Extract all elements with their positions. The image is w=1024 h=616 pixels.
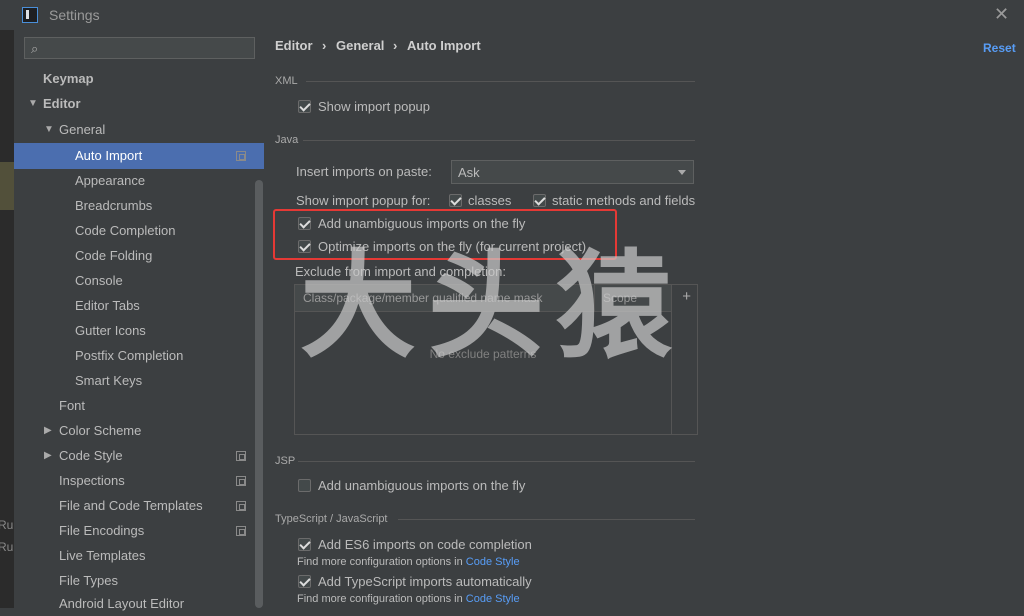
sidebar-item-code-completion[interactable]: Code Completion xyxy=(75,218,175,243)
sidebar-item-editor-tabs[interactable]: Editor Tabs xyxy=(75,293,140,318)
section-label-typescript: TypeScript / JavaScript xyxy=(275,513,388,525)
jsp-add-unambiguous-checkbox[interactable] xyxy=(298,479,311,492)
section-divider xyxy=(303,140,695,141)
sidebar-item-gutter-icons[interactable]: Gutter Icons xyxy=(75,318,146,343)
chevron-down-icon xyxy=(678,170,686,175)
sidebar-item-file-types[interactable]: File Types xyxy=(59,568,118,593)
search-icon: ⌕ xyxy=(31,41,39,56)
more-options-prefix: Find more configuration options in xyxy=(297,556,463,568)
background-window-edge: Rul Rul xyxy=(0,30,16,608)
show-popup-for-label: Show import popup for: xyxy=(296,193,431,208)
sidebar-item-breadcrumbs[interactable]: Breadcrumbs xyxy=(75,193,152,218)
breadcrumb-separator: › xyxy=(393,38,398,53)
ts-imports-label: Add TypeScript imports automatically xyxy=(318,574,532,589)
search-input[interactable]: ⌕ xyxy=(24,37,255,59)
intellij-app-icon xyxy=(22,7,38,23)
project-scope-icon xyxy=(236,501,246,511)
sidebar-item-inspections[interactable]: Inspections xyxy=(59,468,125,493)
section-label-java: Java xyxy=(275,134,299,146)
section-divider xyxy=(298,461,695,462)
collapsed-arrow-icon[interactable]: ▶ xyxy=(44,450,52,461)
es6-imports-label: Add ES6 imports on code completion xyxy=(318,537,532,552)
background-selection-mark xyxy=(0,162,14,210)
section-divider xyxy=(398,519,695,520)
sidebar-item-live-templates[interactable]: Live Templates xyxy=(59,543,145,568)
expanded-arrow-icon[interactable]: ▼ xyxy=(28,98,38,109)
more-options-prefix: Find more configuration options in xyxy=(297,593,463,605)
close-icon[interactable]: ✕ xyxy=(994,4,1009,25)
project-scope-icon xyxy=(236,476,246,486)
breadcrumb-separator: › xyxy=(322,38,327,53)
section-label-xml: XML xyxy=(275,75,298,87)
breadcrumb-item: Auto Import xyxy=(407,38,481,53)
static-methods-checkbox[interactable] xyxy=(533,194,546,207)
collapsed-arrow-icon[interactable]: ▶ xyxy=(44,425,52,436)
ts-imports-checkbox[interactable] xyxy=(298,575,311,588)
window-title: Settings xyxy=(49,7,100,23)
sidebar-item-file-encodings[interactable]: File Encodings xyxy=(59,518,144,543)
watermark-text: 大头猿 xyxy=(300,239,684,374)
code-style-link[interactable]: Code Style xyxy=(466,556,520,568)
show-import-popup-checkbox[interactable] xyxy=(298,100,311,113)
title-bar: Settings ✕ xyxy=(0,0,1024,30)
sidebar-item-console[interactable]: Console xyxy=(75,268,123,293)
sidebar-item-font[interactable]: Font xyxy=(59,393,85,418)
project-scope-icon xyxy=(236,526,246,536)
classes-checkbox[interactable] xyxy=(449,194,462,207)
sidebar-item-file-and-code-templates[interactable]: File and Code Templates xyxy=(59,493,203,518)
sidebar-item-appearance[interactable]: Appearance xyxy=(75,168,145,193)
sidebar-item-editor[interactable]: Editor xyxy=(43,91,81,116)
project-scope-icon xyxy=(236,151,246,161)
ts-more-options-text: Find more configuration options in Code … xyxy=(297,593,520,605)
section-divider xyxy=(306,81,695,82)
jsp-add-unambiguous-label: Add unambiguous imports on the fly xyxy=(318,478,526,493)
reset-link[interactable]: Reset xyxy=(983,41,1016,55)
insert-on-paste-select[interactable]: Ask xyxy=(451,160,694,184)
sidebar-item-postfix-completion[interactable]: Postfix Completion xyxy=(75,343,183,368)
insert-on-paste-label: Insert imports on paste: xyxy=(296,164,432,179)
static-methods-label: static methods and fields xyxy=(552,193,696,208)
section-label-jsp: JSP xyxy=(275,455,296,467)
sidebar-item-auto-import[interactable]: Auto Import xyxy=(75,143,142,168)
code-style-link[interactable]: Code Style xyxy=(466,593,520,605)
sidebar-item-android-layout-editor[interactable]: Android Layout Editor xyxy=(59,591,184,616)
show-import-popup-label: Show import popup xyxy=(318,99,431,114)
sidebar-item-general[interactable]: General xyxy=(59,117,105,142)
expanded-arrow-icon[interactable]: ▼ xyxy=(44,124,54,135)
project-scope-icon xyxy=(236,451,246,461)
sidebar-scrollbar[interactable] xyxy=(255,180,263,608)
es6-more-options-text: Find more configuration options in Code … xyxy=(297,556,520,568)
sidebar-item-smart-keys[interactable]: Smart Keys xyxy=(75,368,142,393)
breadcrumb-item: Editor xyxy=(275,38,313,53)
insert-on-paste-value: Ask xyxy=(458,165,480,180)
breadcrumb-item: General xyxy=(336,38,385,53)
classes-label: classes xyxy=(468,193,512,208)
sidebar-item-color-scheme[interactable]: Color Scheme xyxy=(59,418,141,443)
es6-imports-checkbox[interactable] xyxy=(298,538,311,551)
sidebar-item-code-folding[interactable]: Code Folding xyxy=(75,243,152,268)
sidebar-item-keymap[interactable]: Keymap xyxy=(43,66,94,91)
sidebar-item-code-style[interactable]: Code Style xyxy=(59,443,123,468)
